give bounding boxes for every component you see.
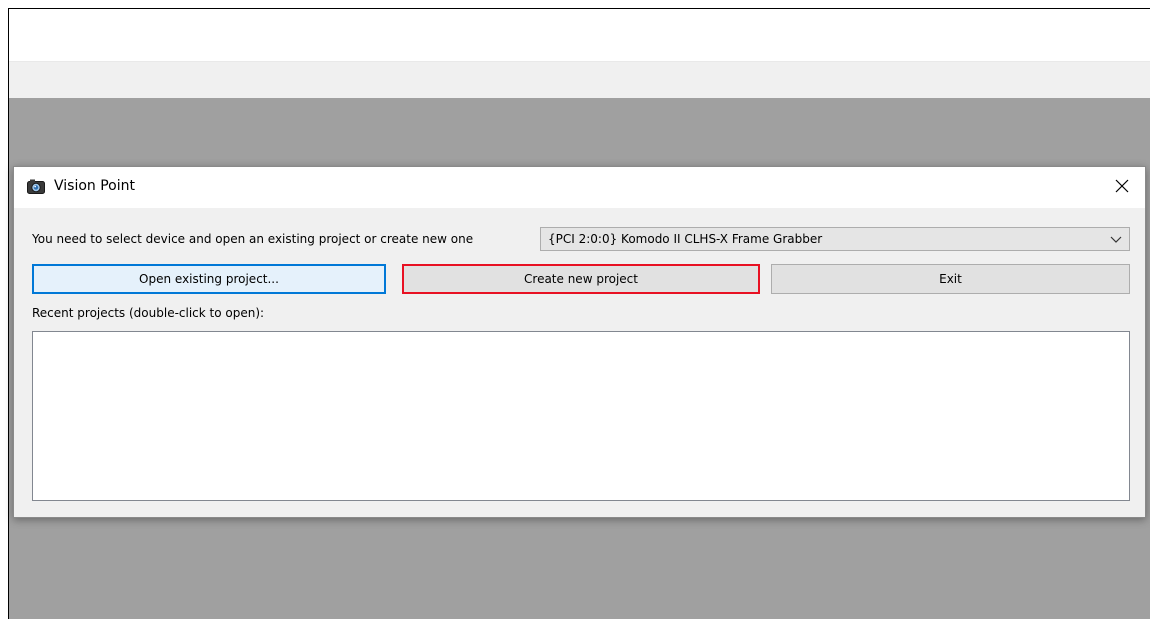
- device-prompt-label: You need to select device and open an ex…: [32, 232, 474, 246]
- close-button[interactable]: [1099, 167, 1145, 207]
- startup-dialog: Vision Point You need to select device a…: [13, 166, 1146, 518]
- chevron-down-icon[interactable]: [1109, 231, 1123, 245]
- camera-icon: [27, 179, 45, 194]
- create-new-project-button[interactable]: Create new project: [402, 264, 760, 294]
- dialog-titlebar[interactable]: Vision Point: [14, 167, 1145, 208]
- device-select[interactable]: {PCI 2:0:0} Komodo II CLHS-X Frame Grabb…: [540, 227, 1130, 251]
- recent-projects-label: Recent projects (double-click to open):: [32, 306, 265, 320]
- app-menubar: [9, 61, 1150, 99]
- close-icon: [1115, 178, 1129, 197]
- recent-projects-list[interactable]: [32, 331, 1130, 501]
- dialog-title: Vision Point: [54, 178, 135, 194]
- open-existing-project-button[interactable]: Open existing project...: [32, 264, 386, 294]
- exit-button[interactable]: Exit: [771, 264, 1130, 294]
- device-select-value: {PCI 2:0:0} Komodo II CLHS-X Frame Grabb…: [548, 232, 823, 246]
- screen: Vision Point You need to select device a…: [0, 0, 1150, 619]
